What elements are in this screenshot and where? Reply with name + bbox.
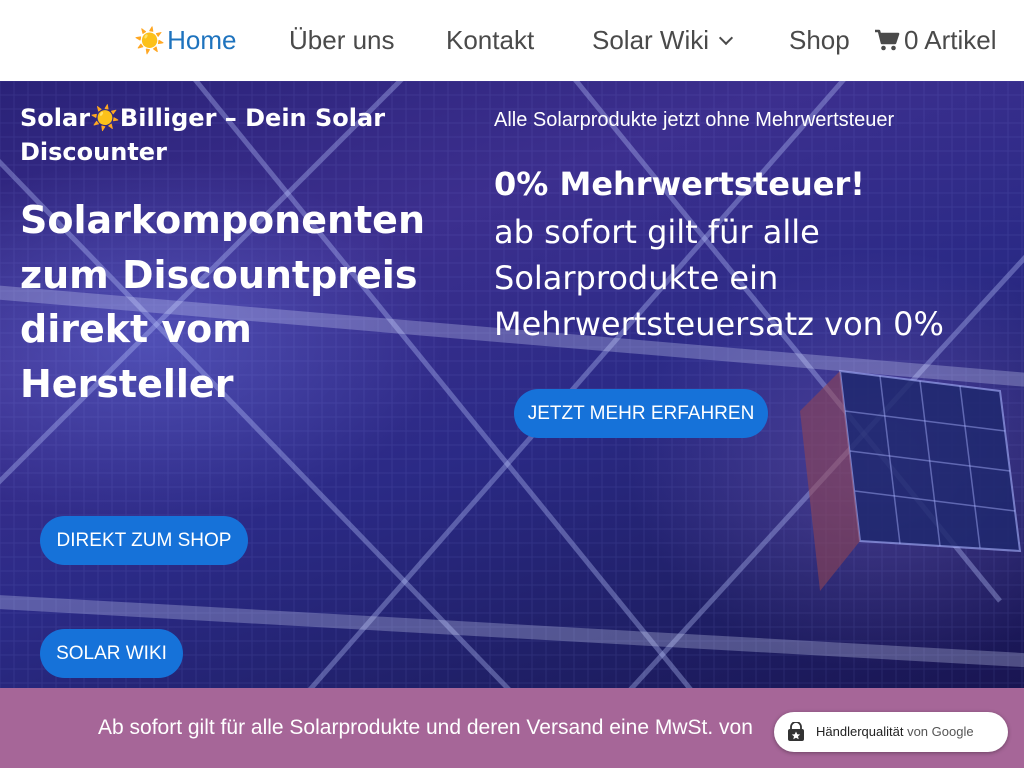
vat-description: ab sofort gilt für alle Solarprodukte ei… bbox=[494, 213, 944, 343]
hero-section: Solar☀️Billiger – Dein Solar Discounter … bbox=[0, 81, 1024, 688]
headline-line-4: Hersteller bbox=[20, 361, 234, 406]
nav-contact[interactable]: Kontakt bbox=[446, 23, 534, 57]
cart-count: 0 Artikel bbox=[904, 25, 997, 55]
nav-home[interactable]: ☀️Home bbox=[134, 23, 237, 58]
badge-suffix: von Google bbox=[907, 724, 974, 739]
hero-headline: Solarkomponenten zum Discountpreis direk… bbox=[20, 193, 430, 411]
cart-icon bbox=[875, 29, 900, 51]
headline-line-1: Solarkomponenten bbox=[20, 198, 426, 242]
sun-icon: ☀️ bbox=[90, 104, 120, 132]
learn-more-button[interactable]: JETZT MEHR ERFAHREN bbox=[514, 389, 768, 438]
vat-title: 0% Mehrwertsteuer! bbox=[494, 165, 865, 203]
nav-solar-wiki[interactable]: Solar Wiki bbox=[592, 23, 734, 57]
google-shopping-bag-icon bbox=[788, 722, 804, 741]
sun-icon: ☀️ bbox=[134, 27, 166, 55]
site-brand: Solar☀️Billiger – Dein Solar Discounter bbox=[20, 101, 440, 169]
headline-line-3: direkt vom bbox=[20, 307, 252, 351]
nav-shop[interactable]: Shop bbox=[789, 23, 850, 57]
vat-notice-banner: Ab sofort gilt für alle Solarprodukte un… bbox=[0, 688, 1024, 768]
badge-label: Händlerqualität bbox=[816, 724, 904, 739]
badge-text: Händlerqualität von Google bbox=[816, 712, 974, 752]
solar-wiki-button[interactable]: SOLAR WIKI bbox=[40, 629, 183, 678]
google-merchant-badge[interactable]: Händlerqualität von Google bbox=[774, 712, 1008, 752]
nav-solar-wiki-label: Solar Wiki bbox=[592, 25, 710, 55]
nav-home-label: Home bbox=[167, 25, 237, 55]
site-header: ☀️Home Über uns Kontakt Solar Wiki Shop … bbox=[0, 0, 1024, 81]
headline-line-2: zum Discountpreis bbox=[20, 252, 418, 297]
brand-prefix: Solar bbox=[20, 104, 91, 132]
banner-text: Ab sofort gilt für alle Solarprodukte un… bbox=[98, 716, 753, 739]
nav-cart[interactable]: 0 Artikel bbox=[874, 23, 997, 57]
shop-button[interactable]: DIREKT ZUM SHOP bbox=[40, 516, 248, 565]
nav-about[interactable]: Über uns bbox=[289, 23, 395, 57]
chevron-down-icon bbox=[718, 30, 734, 46]
vat-tagline: Alle Solarprodukte jetzt ohne Mehrwertst… bbox=[494, 109, 895, 131]
